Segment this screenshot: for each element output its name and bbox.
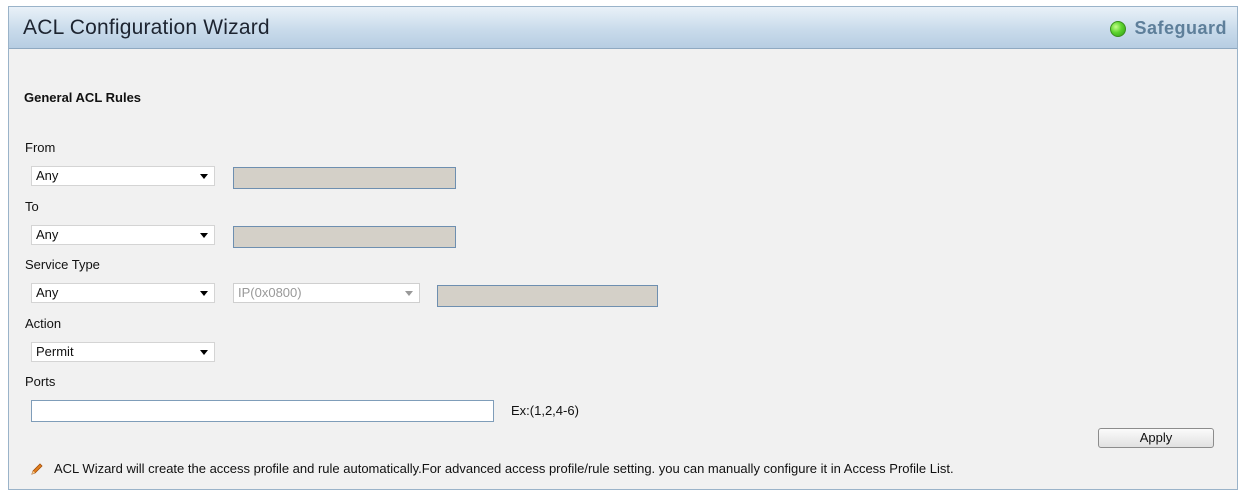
section-title: General ACL Rules [24, 90, 142, 105]
note-text: ACL Wizard will create the access profil… [54, 461, 954, 476]
panel-header: ACL Configuration Wizard Safeguard [9, 7, 1237, 49]
chevron-down-icon [200, 291, 208, 296]
chevron-down-icon [405, 291, 413, 296]
service-type-label: Service Type [25, 257, 100, 272]
info-note: ACL Wizard will create the access profil… [30, 461, 954, 476]
ethertype-select: IP(0x0800) [233, 283, 420, 303]
action-select-value: Permit [36, 344, 74, 359]
chevron-down-icon [200, 350, 208, 355]
safeguard-indicator: Safeguard [1110, 18, 1227, 39]
service-type-select[interactable]: Any [31, 283, 215, 303]
to-value-input [233, 226, 456, 248]
to-label: To [25, 199, 39, 214]
page-title: ACL Configuration Wizard [23, 16, 270, 39]
pencil-icon [30, 462, 44, 476]
chevron-down-icon [200, 233, 208, 238]
to-select[interactable]: Any [31, 225, 215, 245]
service-value-input [437, 285, 658, 307]
apply-button[interactable]: Apply [1098, 428, 1214, 448]
from-select-value: Any [36, 168, 59, 183]
ports-label: Ports [25, 374, 56, 389]
safeguard-label: Safeguard [1134, 18, 1227, 38]
from-select[interactable]: Any [31, 166, 215, 186]
chevron-down-icon [200, 174, 208, 179]
to-select-value: Any [36, 227, 59, 242]
status-led-icon [1110, 20, 1127, 37]
from-value-input [233, 167, 456, 189]
ports-hint: Ex:(1,2,4-6) [511, 403, 579, 418]
ports-input[interactable] [31, 400, 494, 422]
from-label: From [25, 140, 56, 155]
action-select[interactable]: Permit [31, 342, 215, 362]
action-label: Action [25, 316, 62, 331]
service-type-select-value: Any [36, 285, 59, 300]
ethertype-select-value: IP(0x0800) [238, 285, 302, 300]
